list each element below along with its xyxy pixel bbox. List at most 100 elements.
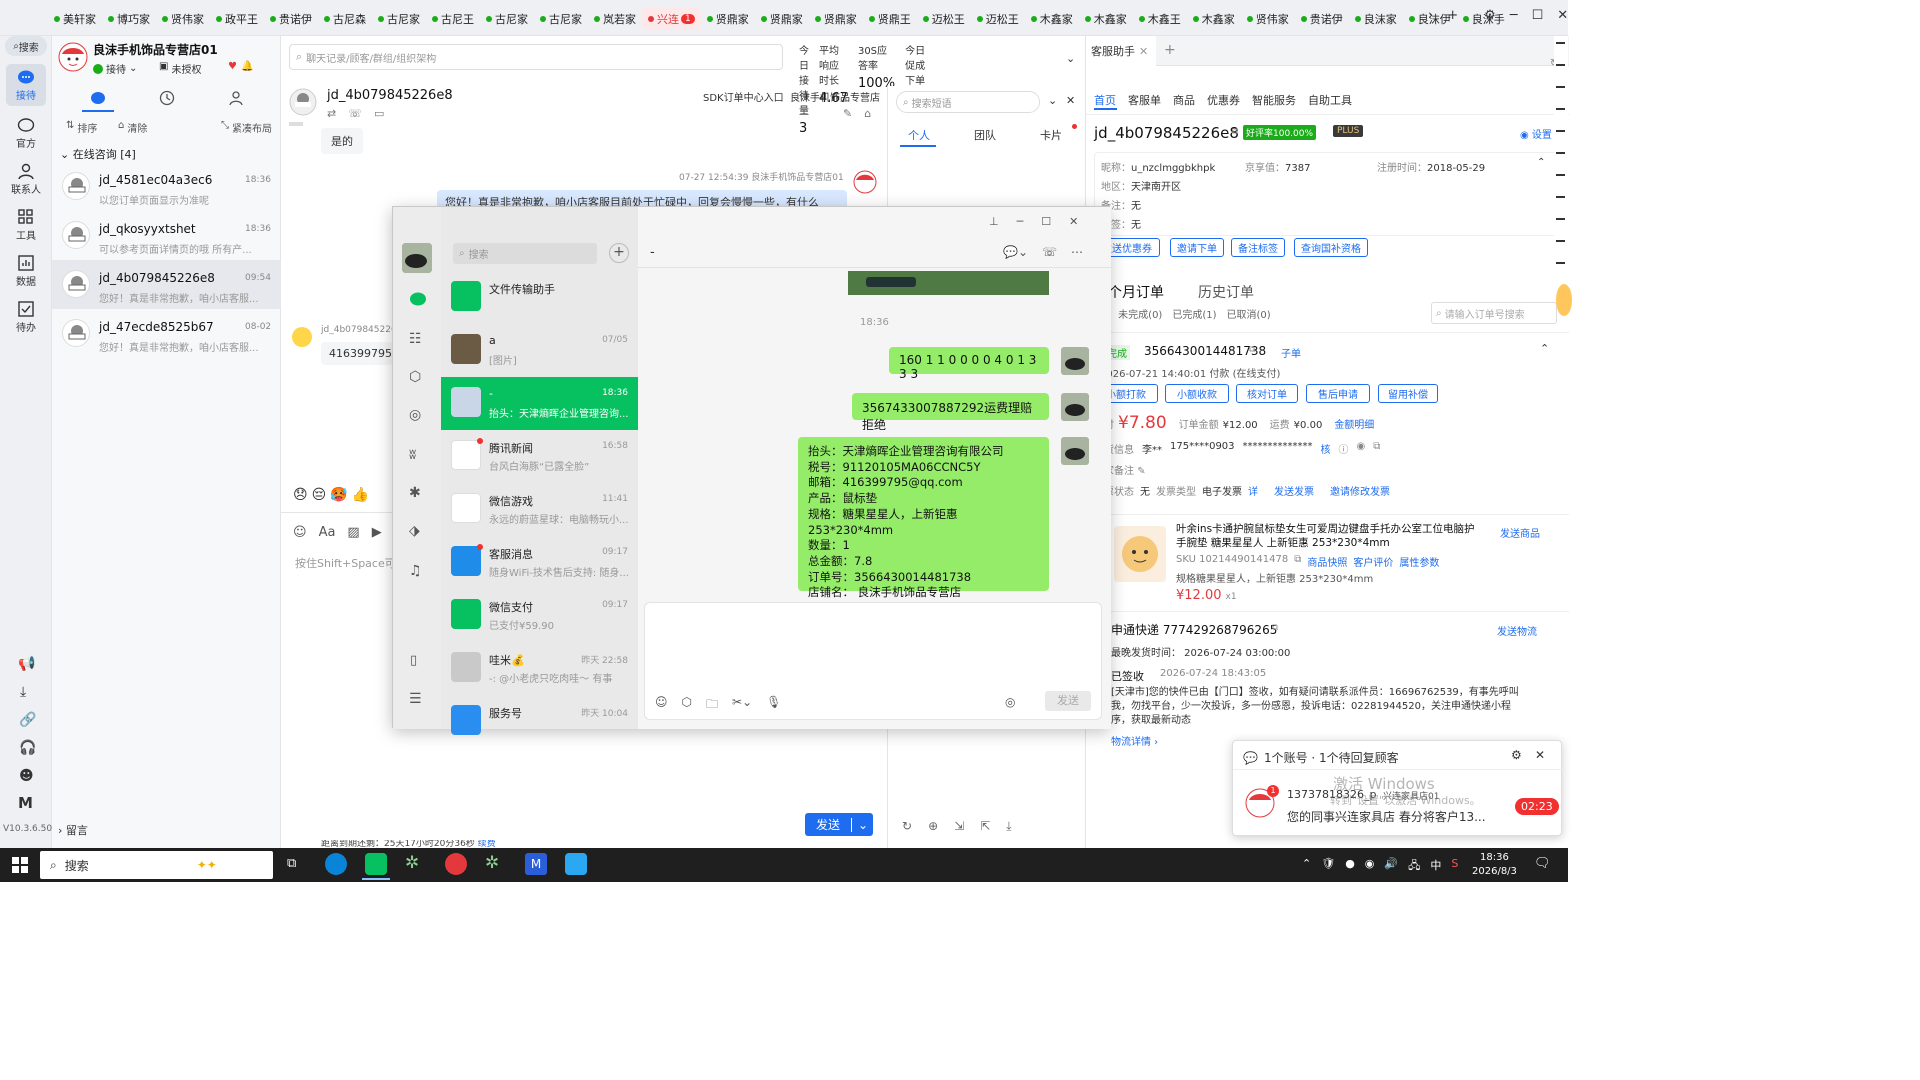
tab-personal[interactable]: 个人: [908, 127, 930, 143]
nav-reception[interactable]: 接待: [6, 64, 46, 106]
collapse-icon[interactable]: ⌄: [1048, 94, 1057, 107]
shield-icon[interactable]: 🛡: [1321, 857, 1335, 876]
copy-icon[interactable]: ⧉: [1272, 623, 1278, 633]
snapshot-link[interactable]: 商品快照: [1307, 554, 1347, 569]
quick-emoji-row[interactable]: 😞😔🥵👍: [293, 487, 373, 503]
settings-icon[interactable]: ⚙: [1511, 748, 1522, 762]
top-tab[interactable]: 贵诺伊: [1295, 8, 1349, 30]
top-tab[interactable]: 迈松王: [917, 8, 971, 30]
bell-icon[interactable]: 🔔: [241, 61, 253, 72]
global-search-input[interactable]: ⌕ 聊天记录/顾客/群组/组织架构: [289, 44, 783, 70]
send-product-link[interactable]: 发送商品: [1500, 525, 1540, 540]
music-icon[interactable]: ♫: [409, 563, 422, 579]
refresh-icon[interactable]: ↻: [902, 819, 912, 834]
assistant-nav-item[interactable]: 客服单: [1128, 92, 1161, 108]
assistant-tab[interactable]: 客服助手 ✕: [1086, 36, 1156, 66]
add-circle-icon[interactable]: ⊕: [928, 819, 938, 834]
phone-device-icon[interactable]: ▯: [410, 653, 417, 668]
wechat-chat-item[interactable]: 微信游戏 11:41 永远的蔚蓝星球：电脑畅玩小...: [441, 483, 638, 536]
mini-program-icon[interactable]: ⬗: [409, 523, 420, 539]
taskbar-search[interactable]: ⌕ 搜索 ✦✦: [40, 851, 273, 879]
search-discover-icon[interactable]: ✱: [409, 485, 421, 501]
transfer-icon[interactable]: ⇄: [327, 107, 336, 120]
assistant-nav-item[interactable]: 首页: [1094, 92, 1116, 108]
tab-chats[interactable]: [90, 91, 106, 105]
session-item[interactable]: jd_4b079845226e8 09:54 您好！真是非常抱歉，咱小店客服...: [52, 260, 281, 309]
stats-chevron-icon[interactable]: ⌄: [1066, 52, 1075, 65]
order-filter[interactable]: 已取消(0): [1227, 306, 1271, 321]
minimize-icon[interactable]: ─: [1017, 215, 1024, 228]
copy-icon[interactable]: ⧉: [1232, 127, 1238, 137]
top-tab[interactable]: 古尼王: [426, 8, 480, 30]
close-icon[interactable]: ✕: [1557, 8, 1568, 23]
download-icon[interactable]: ⤓: [1006, 819, 1011, 834]
nav-todo[interactable]: 待办: [6, 296, 46, 338]
wechat-chat-item[interactable]: 腾讯新闻 16:58 台风白海豚“已露全脸”: [441, 430, 638, 483]
folder-icon[interactable]: 🗀: [706, 695, 718, 716]
top-tab[interactable]: 贤鼎家: [701, 8, 755, 30]
robot-icon[interactable]: ☻: [19, 768, 34, 784]
online-consult-group[interactable]: ⌄ 在线咨询 [4]: [60, 146, 136, 162]
order-action-button[interactable]: 小额收款: [1165, 384, 1229, 403]
voice-call-icon[interactable]: ☏: [1042, 245, 1057, 259]
close-icon[interactable]: ✕: [1069, 215, 1078, 228]
chevron-up-icon[interactable]: ⌃: [1302, 857, 1311, 876]
renew-link[interactable]: 续费: [478, 840, 496, 848]
top-tab[interactable]: 木鑫家: [1187, 8, 1241, 30]
help-icon[interactable]: ⓘ: [1339, 441, 1349, 456]
top-tab[interactable]: 古尼家: [372, 8, 426, 30]
tab-history[interactable]: [159, 90, 175, 106]
copy-icon[interactable]: ⧉: [1294, 554, 1301, 569]
close-icon[interactable]: ✕: [1139, 45, 1148, 58]
product-title[interactable]: 叶余ins卡通护腕鼠标垫女生可爱周边键盘手托办公室工位电脑护手腕垫 糖果星星人 …: [1176, 522, 1476, 550]
video-icon[interactable]: ▶: [372, 525, 382, 540]
nav-official[interactable]: 官方: [6, 112, 46, 154]
sogou-icon[interactable]: S: [1451, 857, 1458, 876]
minimize-icon[interactable]: ─: [1510, 8, 1518, 23]
announcement-icon[interactable]: 📢: [18, 656, 35, 672]
wechat-send-button[interactable]: 发送: [1045, 691, 1091, 711]
windows-start-icon[interactable]: [12, 857, 28, 873]
send-button[interactable]: 发送 ⌄: [805, 813, 873, 836]
contacts-icon[interactable]: ☷: [409, 331, 422, 347]
nav-data[interactable]: 数据: [6, 250, 46, 292]
invite-order-button[interactable]: 邀请下单: [1170, 238, 1224, 257]
nav-search-button[interactable]: ⌕ 搜索: [5, 36, 47, 56]
phrase-search-input[interactable]: ⌕ 搜索短语: [896, 91, 1040, 113]
product-image[interactable]: [1114, 526, 1166, 582]
top-tab[interactable]: 古尼家: [534, 8, 588, 30]
wechat-chat-item[interactable]: a 07/05 [图片]: [441, 324, 638, 377]
assistant-nav-item[interactable]: 商品: [1173, 92, 1195, 108]
wechat-chat-item[interactable]: 服务号 昨天 10:04: [441, 695, 638, 748]
chat-options-icon[interactable]: 💬⌄: [1003, 245, 1028, 259]
notification-center-icon[interactable]: 🗨: [1534, 856, 1551, 871]
chat-icon[interactable]: [409, 291, 427, 307]
app-star-icon[interactable]: ✲: [485, 853, 499, 873]
session-item[interactable]: jd_4581ec04a3ec6 18:36 以您订单页面显示为准呢: [52, 162, 281, 211]
amount-detail-link[interactable]: 金额明细: [1334, 416, 1374, 431]
edit-icon[interactable]: ✎: [843, 107, 852, 120]
nav-tools[interactable]: 工具: [6, 204, 46, 246]
wechat-chat-item[interactable]: 哇米💰 昨天 22:58 -: @小老虎只吃肉哇～ 有事: [441, 642, 638, 695]
m-logo-icon[interactable]: M: [18, 794, 33, 812]
export-icon[interactable]: ⇱: [980, 819, 990, 834]
order-action-button[interactable]: 留用补偿: [1378, 384, 1438, 403]
channels-icon[interactable]: ʬ: [409, 447, 416, 463]
child-order-link[interactable]: 子单: [1281, 345, 1301, 360]
notif-message[interactable]: 您的同事兴连家具店 春分将客户13...: [1287, 808, 1507, 825]
send-invoice-link[interactable]: 发送发票: [1274, 483, 1314, 498]
wechat-chat-item[interactable]: - 18:36 抬头：天津熵晖企业管理咨询...: [441, 377, 638, 430]
assistant-nav-item[interactable]: 优惠券: [1207, 92, 1240, 108]
send-logistics-link[interactable]: 发送物流: [1497, 623, 1537, 638]
top-tab[interactable]: 迈松王: [971, 8, 1025, 30]
session-item[interactable]: jd_qkosyyxtshet 18:36 可以参考页面详情页的哦 所有产...: [52, 211, 281, 260]
compact-layout-button[interactable]: ⤡ 紧凑布局: [221, 120, 272, 135]
top-tab[interactable]: 政平王: [210, 8, 264, 30]
close-panel-icon[interactable]: ✕: [1066, 94, 1075, 107]
app-tray-icon[interactable]: ◉: [1365, 857, 1375, 876]
review-link[interactable]: 客户评价: [1353, 554, 1393, 569]
auth-status[interactable]: ▣ 未授权: [159, 61, 201, 76]
edge-browser-icon[interactable]: [325, 853, 347, 875]
clock[interactable]: 18:36 2026/8/3: [1472, 851, 1517, 879]
assistant-nav-item[interactable]: 自助工具: [1308, 92, 1352, 108]
